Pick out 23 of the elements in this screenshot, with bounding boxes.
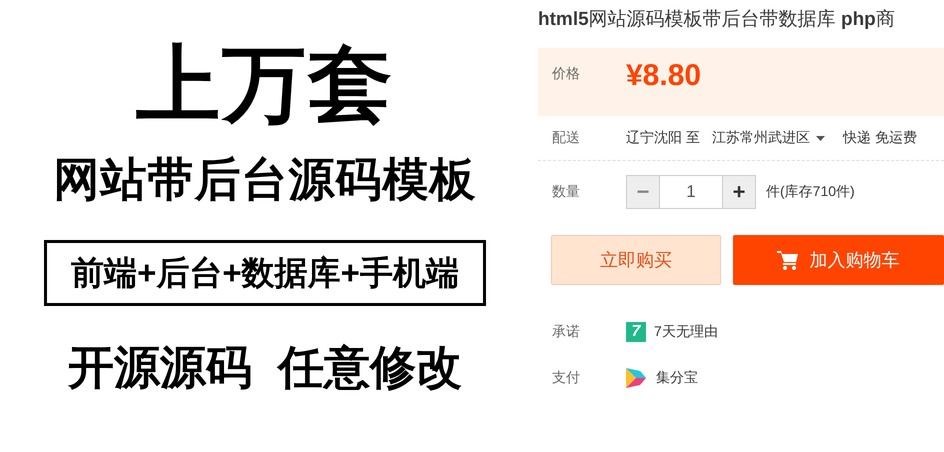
increase-button[interactable]: + [722,175,756,209]
return-policy-icon: 7 [626,322,646,342]
quantity-label: 数量 [552,183,581,201]
service-label: 支付 [552,369,581,387]
service-value: 7天无理由 [654,323,718,341]
price-value: ¥8.80 [626,59,702,93]
delivery-origin: 辽宁沈阳 至 [626,129,700,147]
product-title: html5网站源码模板带后台带数据库 php商 [538,8,896,32]
shipping-fee: 快递 免运费 [842,129,917,147]
stock-count: 件(库存710件) [766,183,855,201]
delivery-label: 配送 [552,129,581,147]
quantity-field[interactable]: 1 [660,175,722,209]
feature-banner: 前端+后台+数据库+手机端 [44,240,486,306]
product-headline: 上万套 [136,42,394,126]
price-label: 价格 [552,65,581,83]
service-label: 承诺 [552,323,581,341]
cart-icon [777,250,800,270]
destination-dropdown[interactable]: 江苏常州武进区 [712,129,825,147]
payment-icon [626,368,646,388]
service-value: 集分宝 [656,369,698,387]
caret-icon [816,136,825,140]
product-slogan: 开源源码 任意修改 [68,344,462,390]
product-subtitle: 网站带后台源码模板 [54,156,476,202]
